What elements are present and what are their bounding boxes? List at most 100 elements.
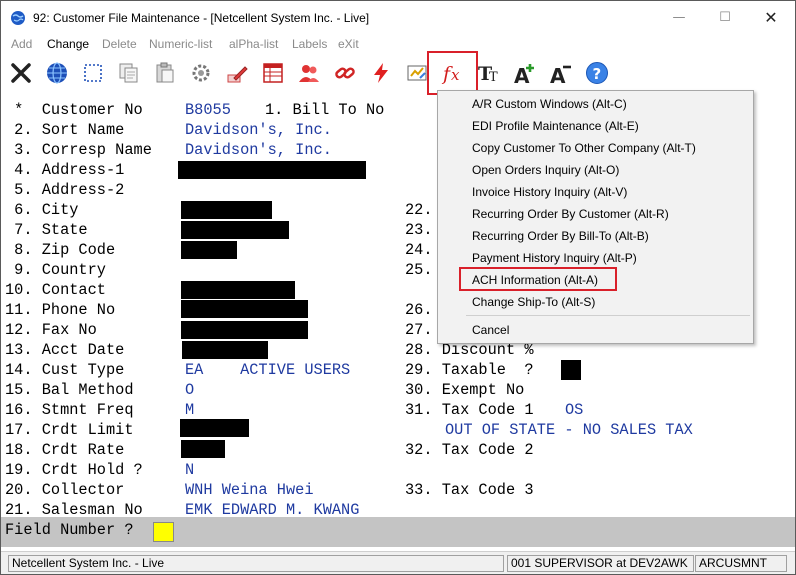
font-decrease-icon[interactable]: A xyxy=(546,57,576,88)
users-icon[interactable] xyxy=(294,57,324,88)
field-label: 12. Fax No xyxy=(5,321,97,339)
field-label: 4. Address-1 xyxy=(5,161,125,179)
stmnt-freq-value[interactable]: M xyxy=(185,400,194,420)
field-label: 5. Address-2 xyxy=(5,181,125,199)
field-number-input[interactable] xyxy=(153,522,174,542)
menu-add[interactable]: Add xyxy=(11,37,32,51)
app-globe-icon xyxy=(11,11,25,25)
link-icon[interactable] xyxy=(330,57,360,88)
field-label: 31. Tax Code 1 xyxy=(405,401,534,419)
application-window: 92: Customer File Maintenance - [Netcell… xyxy=(0,0,796,575)
menu-change[interactable]: Change xyxy=(47,37,89,51)
redaction-box xyxy=(181,321,308,339)
status-program: ARCUSMNT xyxy=(695,555,787,572)
customer-no-label: * Customer No xyxy=(5,101,143,119)
help-icon[interactable]: ? xyxy=(582,57,612,88)
redaction-box xyxy=(181,201,272,219)
field-label: 15. Bal Method xyxy=(5,381,134,399)
field-label: 23. xyxy=(405,221,433,239)
field-label: 18. Crdt Rate xyxy=(5,441,125,459)
menu-delete[interactable]: Delete xyxy=(102,37,137,51)
menu-exit[interactable]: eXit xyxy=(338,37,359,51)
field-label: 14. Cust Type xyxy=(5,361,125,379)
status-user: 001 SUPERVISOR at DEV2AWK xyxy=(507,555,694,572)
field-label: 33. Tax Code 3 xyxy=(405,481,534,499)
paste-icon[interactable] xyxy=(150,57,180,88)
menu-labels[interactable]: Labels xyxy=(292,37,327,51)
table-icon[interactable] xyxy=(258,57,288,88)
toolbar: fx TT A A ? xyxy=(1,55,795,93)
menu-numeric-list[interactable]: Numeric-list xyxy=(149,37,212,51)
menu-item-payment-history[interactable]: Payment History Inquiry (Alt-P) xyxy=(472,251,637,265)
field-label: 32. Tax Code 2 xyxy=(405,441,534,459)
menu-item-edi-profile[interactable]: EDI Profile Maintenance (Alt-E) xyxy=(472,119,639,133)
bill-to-label: 1. Bill To No xyxy=(265,101,385,119)
redaction-box xyxy=(180,419,249,437)
select-icon[interactable] xyxy=(78,57,108,88)
field-label: 19. Crdt Hold ? xyxy=(5,461,143,479)
field-label: 7. State xyxy=(5,221,88,239)
menu-separator xyxy=(466,315,750,316)
redaction-box xyxy=(181,221,289,239)
menu-alpha-list[interactable]: alPha-list xyxy=(229,37,278,51)
redaction-box xyxy=(178,161,366,179)
menu-item-invoice-history[interactable]: Invoice History Inquiry (Alt-V) xyxy=(472,185,627,199)
svg-text:T: T xyxy=(489,70,498,85)
sort-name-value[interactable]: Davidson's, Inc. xyxy=(185,120,332,140)
lightning-icon[interactable] xyxy=(366,57,396,88)
title-bar: 92: Customer File Maintenance - [Netcell… xyxy=(1,1,795,35)
customer-no-value[interactable]: B8055 xyxy=(185,100,231,120)
field-label: 29. Taxable ? xyxy=(405,361,534,379)
menu-item-cancel[interactable]: Cancel xyxy=(472,323,509,337)
crdt-hold-value[interactable]: N xyxy=(185,460,194,480)
status-bar: Netcellent System Inc. - Live 001 SUPERV… xyxy=(1,551,795,574)
tax-code-1-description: OUT OF STATE - NO SALES TAX xyxy=(445,421,693,439)
corresp-name-value[interactable]: Davidson's, Inc. xyxy=(185,140,332,160)
field-label: 8. Zip Code xyxy=(5,241,116,259)
field-number-label: Field Number ? xyxy=(5,521,134,539)
field-label: 25. xyxy=(405,261,433,279)
redaction-box xyxy=(181,281,295,299)
cust-type-value[interactable]: EA ACTIVE USERS xyxy=(185,360,350,380)
field-label: 17. Crdt Limit xyxy=(5,421,134,439)
redaction-box xyxy=(561,360,581,380)
field-number-prompt: Field Number ? xyxy=(1,517,795,547)
bal-method-value[interactable]: O xyxy=(185,380,194,400)
edit-icon[interactable] xyxy=(222,57,252,88)
menu-item-open-orders[interactable]: Open Orders Inquiry (Alt-O) xyxy=(472,163,619,177)
close-button[interactable]: ✕ xyxy=(748,1,794,34)
globe-icon[interactable] xyxy=(42,57,72,88)
settings-icon[interactable] xyxy=(186,57,216,88)
minimize-button[interactable]: — xyxy=(656,1,702,34)
window-title: 92: Customer File Maintenance - [Netcell… xyxy=(33,11,370,25)
font-icon[interactable]: TT xyxy=(474,57,504,88)
exit-icon[interactable] xyxy=(6,57,36,88)
field-label: 9. Country xyxy=(5,261,106,279)
field-label: 20. Collector xyxy=(5,481,125,499)
field-label: 10. Contact xyxy=(5,281,106,299)
tax-code-1-value[interactable]: OS xyxy=(565,400,583,420)
menu-item-ar-custom-windows[interactable]: A/R Custom Windows (Alt-C) xyxy=(472,97,627,111)
redaction-box xyxy=(181,241,237,259)
function-context-menu: A/R Custom Windows (Alt-C) EDI Profile M… xyxy=(437,90,754,344)
field-label: 16. Stmnt Freq xyxy=(5,401,134,419)
redaction-box xyxy=(182,341,268,359)
menu-item-recurring-bill-to[interactable]: Recurring Order By Bill-To (Alt-B) xyxy=(472,229,649,243)
field-label: 11. Phone No xyxy=(5,301,116,319)
ach-information-highlight xyxy=(459,267,617,291)
svg-text:?: ? xyxy=(593,65,602,83)
menu-item-change-ship-to[interactable]: Change Ship-To (Alt-S) xyxy=(472,295,595,309)
field-label: 3. Corresp Name xyxy=(5,141,152,159)
collector-value[interactable]: WNH Weina Hwei xyxy=(185,480,314,500)
field-label: 26. xyxy=(405,301,433,319)
redaction-box xyxy=(181,440,225,458)
menu-item-recurring-customer[interactable]: Recurring Order By Customer (Alt-R) xyxy=(472,207,669,221)
copy-icon[interactable] xyxy=(114,57,144,88)
font-increase-icon[interactable]: A xyxy=(510,57,540,88)
maximize-button[interactable]: ☐ xyxy=(702,1,748,34)
status-company: Netcellent System Inc. - Live xyxy=(8,555,504,572)
function-icon-highlight xyxy=(427,51,478,95)
field-label: 24. xyxy=(405,241,433,259)
menu-item-copy-customer[interactable]: Copy Customer To Other Company (Alt-T) xyxy=(472,141,696,155)
field-label: 2. Sort Name xyxy=(5,121,125,139)
